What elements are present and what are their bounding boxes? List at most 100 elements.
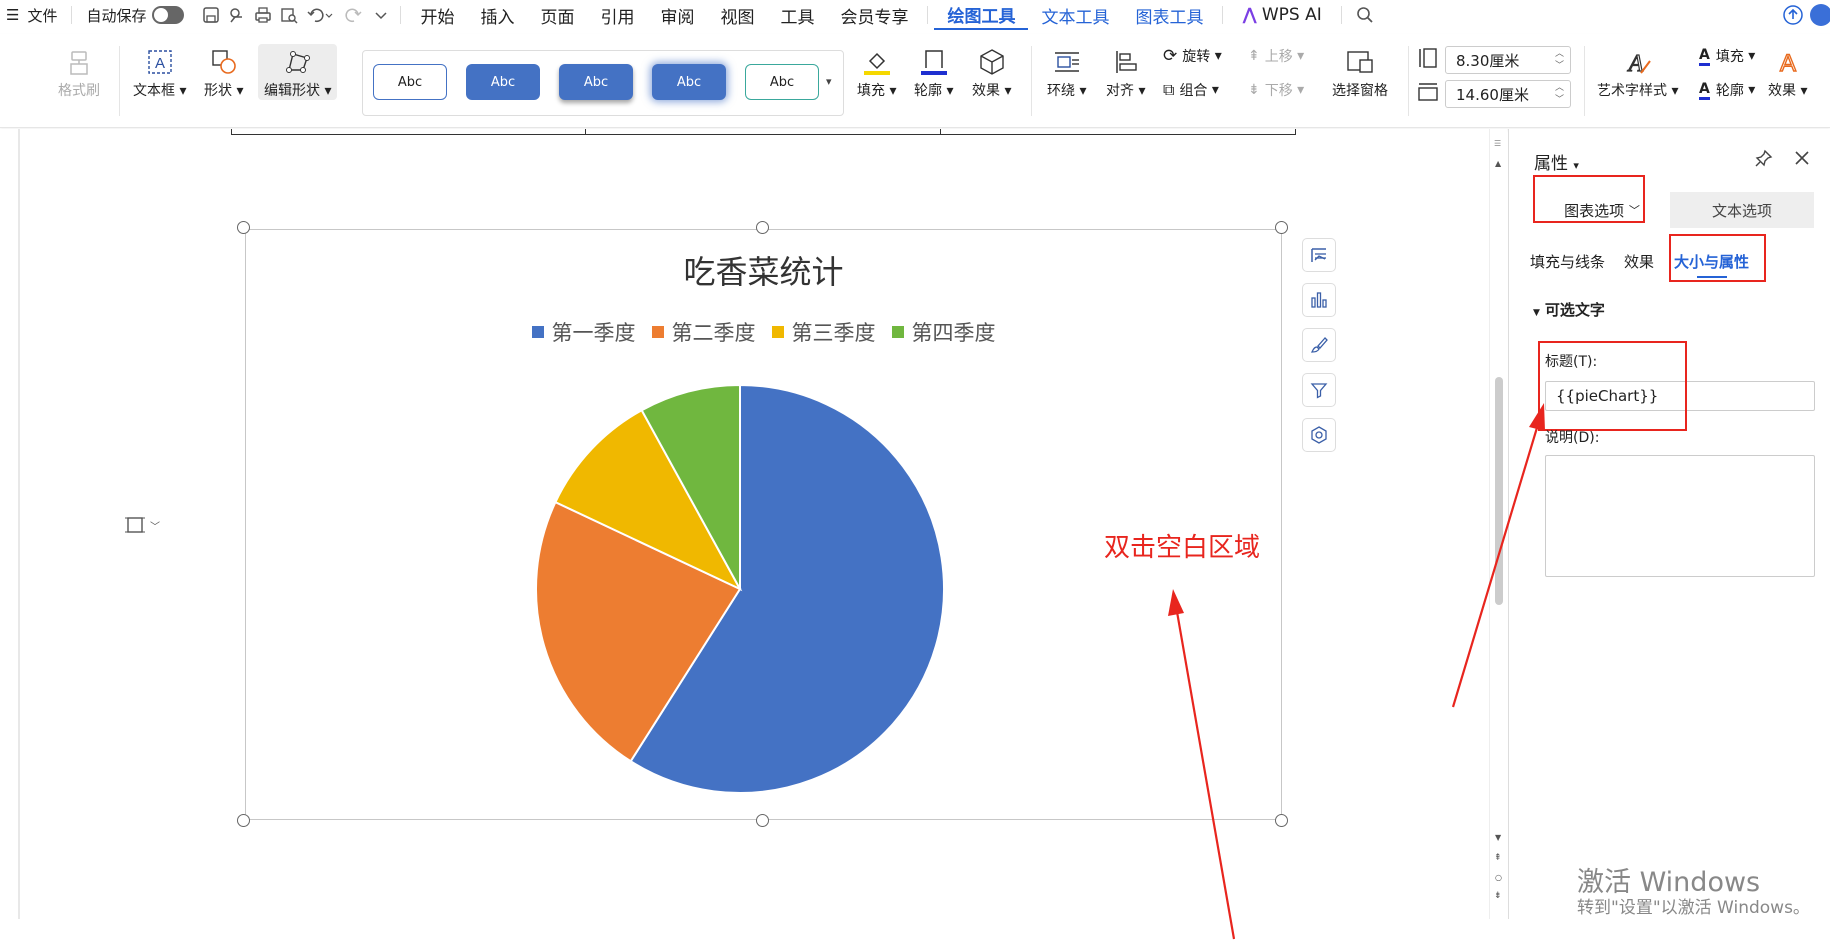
close-icon[interactable] xyxy=(1793,149,1811,171)
tab-insert[interactable]: 插入 xyxy=(467,0,527,30)
print-preview-icon[interactable] xyxy=(276,2,302,28)
legend-item[interactable]: 第三季度 xyxy=(771,317,876,347)
legend-item[interactable]: 第二季度 xyxy=(651,317,756,347)
pin-icon[interactable] xyxy=(1755,149,1773,171)
rotate-button[interactable]: ⟳ 旋转 ▾ xyxy=(1163,46,1222,66)
shape-style-1[interactable]: Abc xyxy=(373,64,447,100)
search-icon[interactable] xyxy=(1352,2,1378,28)
resize-handle-bottom-left[interactable] xyxy=(237,814,250,827)
prev-page-icon[interactable]: ⇞ xyxy=(1494,853,1502,863)
wrap-button[interactable]: 环绕 ▾ xyxy=(1047,44,1086,100)
document-canvas[interactable]: ﹀ 吃香菜统计 第一季度 第二季度 第三季度 第四季度 双击空白区域 xyxy=(0,129,1496,940)
resize-handle-bottom-right[interactable] xyxy=(1275,814,1288,827)
format-painter-button[interactable]: 格式刷 xyxy=(58,44,100,100)
legend-item[interactable]: 第一季度 xyxy=(531,317,636,347)
tab-review[interactable]: 审阅 xyxy=(647,0,707,30)
resize-handle-top-center[interactable] xyxy=(756,221,769,234)
alt-description-textarea[interactable] xyxy=(1545,455,1815,577)
resize-handle-bottom-center[interactable] xyxy=(756,814,769,827)
spinner-icon[interactable]: ︿ ﹀ xyxy=(1555,48,1564,72)
textbox-button[interactable]: A 文本框 ▾ xyxy=(133,44,186,100)
gallery-more-icon[interactable]: ▾ xyxy=(826,75,832,88)
tab-page[interactable]: 页面 xyxy=(527,0,587,30)
pie-chart[interactable] xyxy=(530,379,950,799)
width-input[interactable]: 14.60厘米 ︿ ﹀ xyxy=(1445,80,1571,108)
share-icon[interactable] xyxy=(224,2,250,28)
text-wrap-icon xyxy=(1052,44,1082,80)
panel-title[interactable]: 属性 ▾ xyxy=(1534,149,1579,174)
subtab-fill-line[interactable]: 填充与线条 xyxy=(1530,251,1605,272)
tab-drawing-tools[interactable]: 绘图工具 xyxy=(934,0,1029,30)
selection-pane-button[interactable]: 选择窗格 xyxy=(1332,44,1388,100)
shape-style-5[interactable]: Abc xyxy=(745,64,819,100)
divider xyxy=(400,6,402,24)
chart-type-button[interactable] xyxy=(1302,283,1336,317)
height-input[interactable]: 8.30厘米 ︿ ﹀ xyxy=(1445,46,1571,74)
resize-handle-top-right[interactable] xyxy=(1275,221,1288,234)
spinner-icon[interactable]: ︿ ﹀ xyxy=(1555,82,1564,106)
tab-chart-tools[interactable]: 图表工具 xyxy=(1122,0,1216,30)
section-alt-text[interactable]: ▼ 可选文字 xyxy=(1533,299,1605,320)
account-icon[interactable] xyxy=(1808,2,1830,28)
text-outline-button[interactable]: A 轮廓 ▾ xyxy=(1699,80,1755,100)
cloud-upload-icon[interactable] xyxy=(1780,2,1806,28)
gear-icon xyxy=(1311,426,1327,444)
chart-legend[interactable]: 第一季度 第二季度 第三季度 第四季度 xyxy=(245,317,1282,347)
group-button[interactable]: ⧉ 组合 ▾ xyxy=(1163,80,1219,100)
next-page-icon[interactable]: ⇟ xyxy=(1494,891,1502,901)
legend-item[interactable]: 第四季度 xyxy=(891,317,996,347)
edit-shape-button[interactable]: 编辑形状 ▾ xyxy=(258,44,338,100)
resize-handle-top-left[interactable] xyxy=(237,221,250,234)
tab-home[interactable]: 开始 xyxy=(407,0,467,30)
tab-membership[interactable]: 会员专享 xyxy=(827,0,921,30)
bar-chart-icon xyxy=(1311,292,1327,308)
print-icon[interactable] xyxy=(250,2,276,28)
brush-icon xyxy=(1310,337,1328,353)
align-button[interactable]: 对齐 ▾ xyxy=(1106,44,1145,100)
scroll-up-icon[interactable]: ▲ xyxy=(1495,159,1501,168)
move-up-button[interactable]: ⇞ 上移 ▾ xyxy=(1248,46,1304,66)
shape-style-3[interactable]: Abc xyxy=(559,64,633,100)
scroll-down-icon[interactable]: ▼ xyxy=(1495,833,1501,842)
save-icon[interactable] xyxy=(198,2,224,28)
tab-text-options[interactable]: 文本选项 xyxy=(1670,192,1814,228)
toggle-switch[interactable] xyxy=(152,6,185,24)
chart-settings-button[interactable] xyxy=(1302,418,1336,452)
tab-tools[interactable]: 工具 xyxy=(767,0,827,30)
text-fill-button[interactable]: A 填充 ▾ xyxy=(1699,46,1755,66)
redo-icon[interactable] xyxy=(338,2,368,28)
legend-swatch xyxy=(771,326,784,338)
shape-button[interactable]: 形状 ▾ xyxy=(204,44,243,100)
chart-style-button[interactable] xyxy=(1302,328,1336,362)
select-browse-icon[interactable]: ○ xyxy=(1495,873,1502,882)
legend-label: 第三季度 xyxy=(791,321,876,345)
art-text-style-button[interactable]: A 艺术字样式 ▾ xyxy=(1597,44,1678,100)
file-menu-label: 文件 xyxy=(27,6,58,25)
divider xyxy=(927,6,929,24)
format-painter-label: 格式刷 xyxy=(58,83,100,99)
chevron-down-icon[interactable] xyxy=(368,2,394,28)
layout-options-icon[interactable]: ﹀ xyxy=(124,514,160,536)
shape-style-4[interactable]: Abc xyxy=(652,64,726,100)
move-down-button[interactable]: ⇟ 下移 ▾ xyxy=(1248,80,1304,100)
fill-button[interactable]: 填充 ▾ xyxy=(857,44,896,100)
file-menu[interactable]: ☰ 文件 xyxy=(0,0,65,30)
chart-title[interactable]: 吃香菜统计 xyxy=(245,247,1282,293)
tab-view[interactable]: 视图 xyxy=(707,0,767,30)
text-effect-button[interactable]: A 效果 ▾ xyxy=(1768,44,1807,100)
tab-references[interactable]: 引用 xyxy=(587,0,647,30)
tab-text-tools[interactable]: 文本工具 xyxy=(1028,0,1122,30)
chart-filter-button[interactable] xyxy=(1302,373,1336,407)
highlight-box xyxy=(1538,341,1687,431)
undo-icon[interactable] xyxy=(302,2,338,28)
outline-label: 轮廓 ▾ xyxy=(914,83,954,99)
shape-style-2[interactable]: Abc xyxy=(466,64,540,100)
wps-ai-button[interactable]: ⋀ WPS AI xyxy=(1229,0,1334,30)
subtab-effect[interactable]: 效果 xyxy=(1624,251,1654,272)
autosave-label: 自动保存 xyxy=(86,6,147,25)
autosave-toggle[interactable]: 自动保存 xyxy=(78,0,192,30)
wps-ai-label: WPS AI xyxy=(1261,5,1322,25)
chart-elements-button[interactable] xyxy=(1302,238,1336,272)
effect-button[interactable]: 效果 ▾ xyxy=(972,44,1011,100)
outline-button[interactable]: 轮廓 ▾ xyxy=(914,44,953,100)
